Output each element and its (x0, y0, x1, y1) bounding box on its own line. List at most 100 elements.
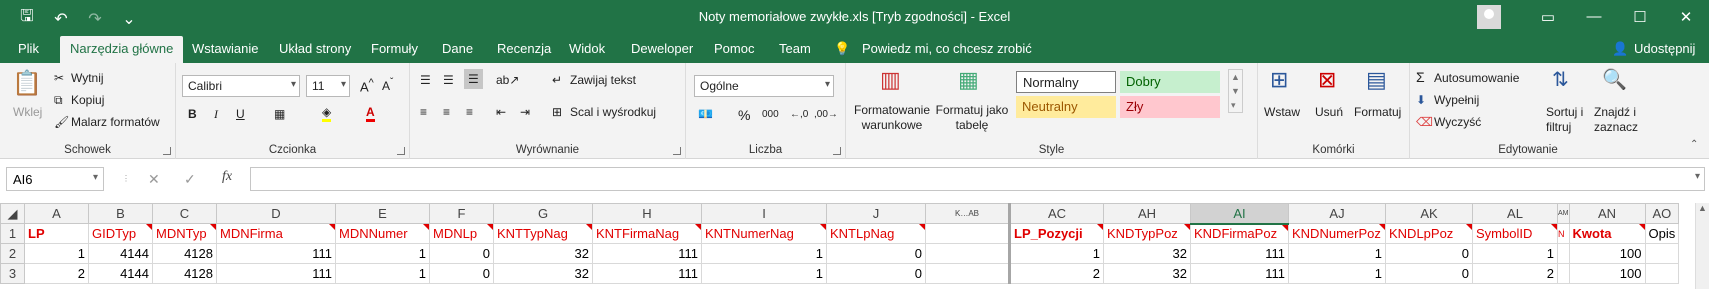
cell[interactable]: 2 (1009, 263, 1104, 284)
cell[interactable]: 1 (1288, 243, 1386, 264)
cell[interactable]: 100 (1568, 263, 1646, 284)
header-cell[interactable]: KNDNumerPoz (1288, 223, 1386, 244)
cell[interactable]: 2 (24, 263, 89, 284)
tell-me-input[interactable]: Powiedz mi, co chcesz zrobić (862, 41, 1032, 56)
avatar[interactable] (1477, 4, 1501, 29)
copy-icon[interactable]: ⧉ (54, 93, 63, 108)
maximize-button[interactable]: ☐ (1617, 8, 1663, 26)
cell[interactable]: 1 (1472, 243, 1558, 264)
clear-icon[interactable]: ⌫ (1416, 115, 1433, 129)
sort-filter-icon[interactable]: ⇅ (1552, 67, 1569, 92)
column-header[interactable]: AK (1385, 203, 1473, 224)
cell[interactable]: 2 (1472, 263, 1558, 284)
formula-input[interactable] (250, 167, 1705, 191)
header-cell[interactable]: KNTTypNag (493, 223, 593, 244)
ribbon-display-icon[interactable]: ▭ (1525, 8, 1571, 26)
tab-page-layout[interactable]: Układ strony (279, 41, 351, 56)
align-top-icon[interactable]: ☰ (420, 73, 431, 87)
conditional-formatting-icon[interactable]: ▥ (880, 67, 901, 93)
tab-file[interactable]: Plik (18, 41, 39, 56)
row-header[interactable]: 1 (0, 223, 25, 244)
percent-button[interactable]: % (738, 107, 750, 123)
delete-cells-button[interactable]: Usuń (1315, 105, 1343, 119)
cell[interactable] (1644, 243, 1680, 264)
cell[interactable]: 100 (1568, 243, 1646, 264)
vertical-scrollbar[interactable]: ▲ (1695, 203, 1709, 289)
find-select-button[interactable]: Znajdź i zaznacz (1594, 105, 1642, 135)
cell[interactable]: 32 (493, 263, 593, 284)
header-cell[interactable]: LP (24, 223, 89, 244)
column-header[interactable]: J (826, 203, 926, 224)
format-cells-button[interactable]: Formatuj (1354, 105, 1401, 119)
column-header[interactable]: AN (1568, 203, 1646, 224)
collapse-ribbon-icon[interactable]: ⌃ (1690, 139, 1698, 150)
currency-icon[interactable]: 💶 (698, 107, 713, 121)
style-bad[interactable]: Zły (1120, 96, 1220, 118)
narrow-cells[interactable] (925, 223, 1011, 244)
autosum-button[interactable]: Autosumowanie (1434, 71, 1519, 85)
tab-view[interactable]: Widok (569, 41, 605, 56)
cell[interactable]: 0 (1385, 263, 1473, 284)
header-cell[interactable]: MDNNumer (335, 223, 430, 244)
insert-cells-button[interactable]: Wstaw (1264, 105, 1300, 119)
bold-button[interactable]: B (188, 107, 197, 121)
style-normal[interactable]: Normalny (1016, 71, 1116, 93)
underline-button[interactable]: U (236, 107, 245, 121)
header-cell[interactable]: KNDLpPoz (1385, 223, 1473, 244)
save-icon[interactable]: 🖫 (14, 5, 40, 32)
header-cell[interactable]: MDNTyp (152, 223, 217, 244)
insert-cells-icon[interactable]: ⊞ (1270, 67, 1288, 93)
format-as-table-icon[interactable]: ▦ (958, 67, 979, 93)
font-color-icon[interactable]: A (366, 105, 375, 122)
dialog-launcher-icon[interactable] (163, 147, 171, 155)
column-header[interactable]: E (335, 203, 430, 224)
sort-filter-button[interactable]: Sortuj i filtruj (1546, 105, 1590, 135)
conditional-formatting-button[interactable]: Formatowanie warunkowe (852, 103, 932, 133)
column-header-selected[interactable]: AI (1190, 203, 1289, 225)
styles-scroll-icon[interactable]: ▲ ▼ ▾ (1228, 69, 1243, 113)
enter-icon[interactable]: ✓ (184, 171, 196, 188)
align-right-icon[interactable]: ≡ (466, 105, 473, 119)
cell[interactable]: 1 (701, 243, 827, 264)
header-cell[interactable]: KNDTypPoz (1103, 223, 1191, 244)
column-header[interactable]: H (592, 203, 702, 224)
cell[interactable]: 0 (429, 263, 494, 284)
column-header[interactable]: AC (1009, 203, 1104, 224)
tab-data[interactable]: Dane (442, 41, 473, 56)
cell[interactable]: 111 (216, 243, 336, 264)
name-box[interactable]: AI6 (6, 167, 104, 191)
header-cell[interactable]: KNTNumerNag (701, 223, 827, 244)
format-painter-icon[interactable]: 🖌 (54, 115, 69, 129)
tab-formulas[interactable]: Formuły (371, 41, 418, 56)
tab-team[interactable]: Team (779, 41, 811, 56)
merge-center-button[interactable]: Scal i wyśrodkuj (570, 105, 656, 119)
font-size-combo[interactable]: 11 (306, 75, 350, 97)
cell[interactable]: 1 (335, 263, 430, 284)
copy-button[interactable]: Kopiuj (71, 93, 104, 107)
cell[interactable]: 111 (1190, 243, 1289, 264)
cut-button[interactable]: Wytnij (71, 71, 104, 85)
cell[interactable]: 0 (826, 263, 926, 284)
customize-qat-icon[interactable]: ⌄ (116, 9, 142, 29)
format-painter-button[interactable]: Malarz formatów (71, 115, 160, 129)
format-cells-icon[interactable]: ▤ (1366, 67, 1387, 93)
cell[interactable]: 32 (1103, 243, 1191, 264)
paste-icon[interactable]: 📋 (12, 69, 42, 98)
narrow-cells[interactable] (925, 263, 1011, 284)
header-cell[interactable]: KNDFirmaPoz (1190, 223, 1289, 244)
cell[interactable]: 4144 (88, 263, 153, 284)
header-cell[interactable]: SymbolID (1472, 223, 1558, 244)
cell[interactable] (1557, 263, 1570, 284)
scroll-up-icon[interactable]: ▲ (1696, 203, 1709, 213)
cell[interactable]: 0 (429, 243, 494, 264)
wrap-text-icon[interactable]: ↵ (552, 73, 562, 87)
dialog-launcher-icon[interactable] (673, 147, 681, 155)
increase-decimal-icon[interactable]: ←,0 (790, 109, 808, 120)
header-cell[interactable]: GIDTyp (88, 223, 153, 244)
cell[interactable]: 1 (1288, 263, 1386, 284)
tab-insert[interactable]: Wstawianie (192, 41, 258, 56)
fill-button[interactable]: Wypełnij (1434, 93, 1479, 107)
row-header[interactable]: 3 (0, 263, 25, 284)
grow-font-icon[interactable]: A^ (360, 77, 374, 94)
narrow-columns-header[interactable]: K…AB (925, 203, 1011, 224)
